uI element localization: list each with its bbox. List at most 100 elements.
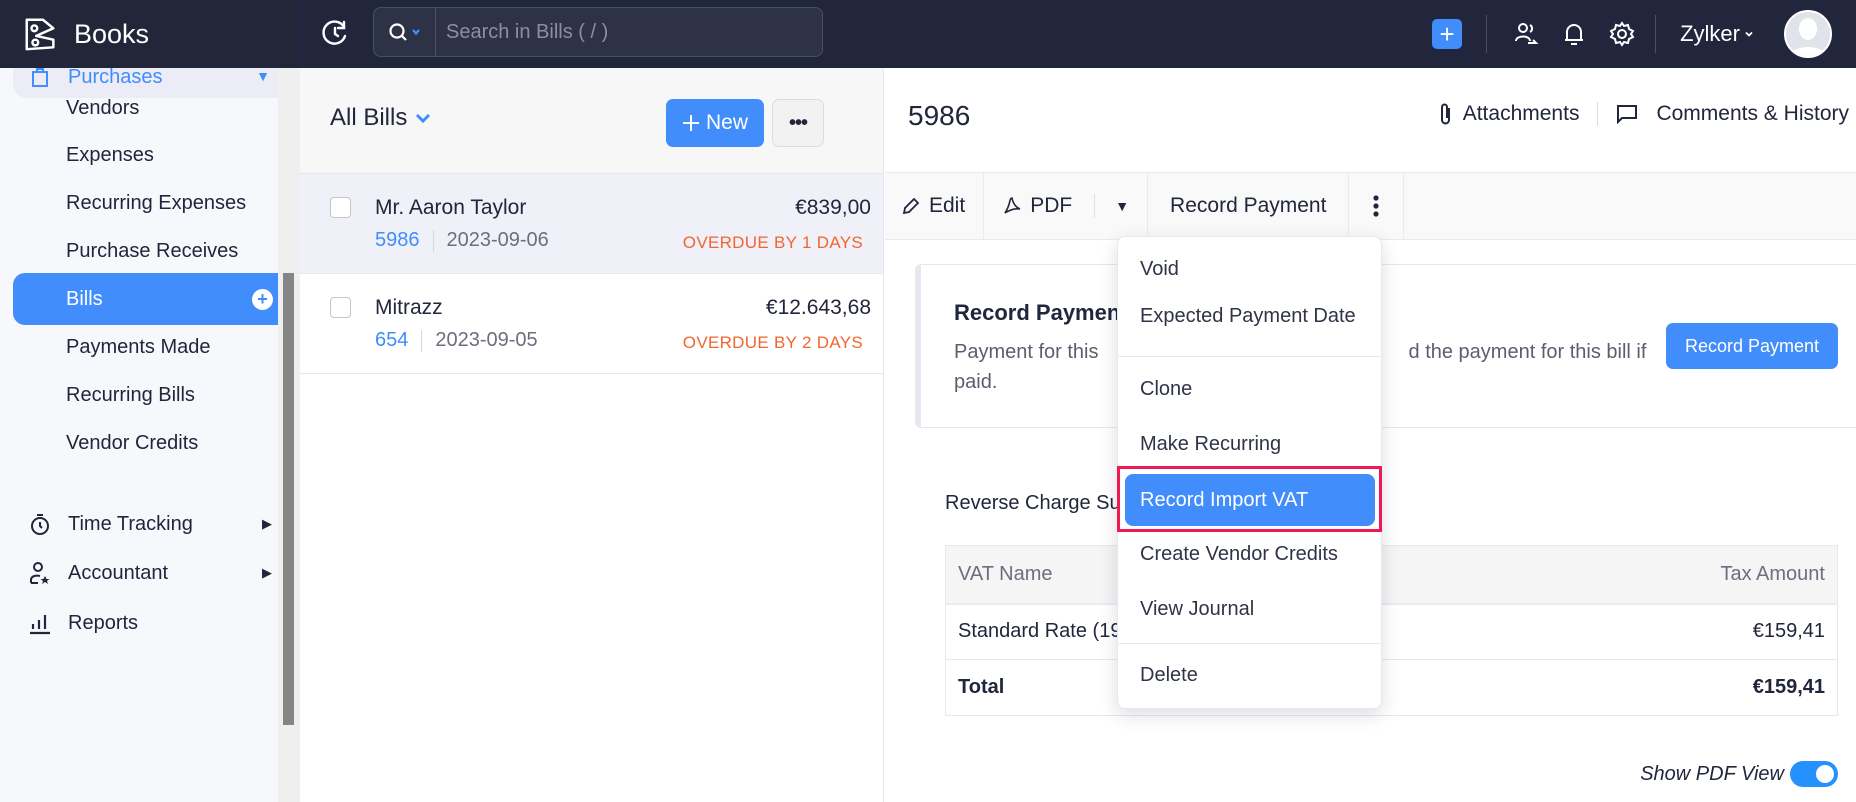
top-bar: Books + Zylker <box>0 0 1856 68</box>
menu-item-delete[interactable]: Delete <box>1118 651 1381 699</box>
sidebar-item-label: Payments Made <box>66 335 211 358</box>
record-payment-toolbar-button[interactable]: Record Payment <box>1148 173 1350 239</box>
recent-history-icon[interactable] <box>320 18 350 48</box>
pencil-icon <box>902 197 920 215</box>
comments-history-link[interactable]: Comments & History <box>1616 102 1849 126</box>
sidebar-item-recurring-expenses[interactable]: Recurring Expenses <box>13 177 278 229</box>
top-right-controls: + Zylker <box>1432 0 1856 68</box>
sidebar: Purchases ▼ Vendors Expenses Recurring E… <box>0 66 278 802</box>
sidebar-item-vendors[interactable]: Vendors <box>13 82 278 134</box>
notifications-button[interactable] <box>1559 19 1589 49</box>
sidebar-item-label: Bills <box>66 287 103 310</box>
attachments-link[interactable]: Attachments <box>1439 102 1579 126</box>
bill-number: 5986 <box>375 229 420 251</box>
menu-item-record-import-vat[interactable]: Record Import VAT <box>1125 474 1375 526</box>
plus-icon <box>682 115 699 131</box>
table-row: Standard Rate (19 €159,41 <box>945 603 1839 660</box>
bill-vendor-name: Mitrazz <box>375 296 443 319</box>
more-options-button[interactable]: ••• <box>772 99 824 147</box>
list-header: All Bills New ••• <box>300 68 883 174</box>
add-bill-icon[interactable]: + <box>252 288 273 310</box>
app-name: Books <box>74 18 150 49</box>
total-amount: €159,41 <box>1474 659 1839 716</box>
menu-divider <box>1118 356 1381 357</box>
chevron-down-icon <box>1745 31 1753 37</box>
sidebar-item-time-tracking[interactable]: Time Tracking ▶ <box>28 498 278 550</box>
sidebar-item-label: Vendors <box>66 96 140 119</box>
menu-item-view-journal[interactable]: View Journal <box>1118 585 1381 633</box>
menu-item-create-vendor-credits[interactable]: Create Vendor Credits <box>1118 530 1381 578</box>
new-bill-button[interactable]: New <box>666 99 764 147</box>
stopwatch-icon <box>31 514 49 535</box>
bill-list-item[interactable]: Mitrazz 654 2023-09-05 €12.643,68 OVERDU… <box>300 274 883 374</box>
sidebar-scrollbar-thumb[interactable] <box>283 273 294 725</box>
sidebar-item-bills[interactable]: Bills + <box>13 273 278 325</box>
comment-icon <box>1617 105 1638 124</box>
bill-status: OVERDUE BY 1 DAYS <box>682 233 863 252</box>
show-pdf-view-label: Show PDF View <box>1640 762 1784 785</box>
bill-status: OVERDUE BY 2 DAYS <box>682 333 863 352</box>
users-switch-icon <box>1515 23 1539 44</box>
bills-view-selector[interactable]: All Bills <box>330 104 431 132</box>
settings-button[interactable] <box>1607 19 1637 49</box>
sidebar-item-label: Reports <box>68 611 139 634</box>
bill-checkbox[interactable] <box>330 297 351 318</box>
sidebar-item-payments-made[interactable]: Payments Made <box>13 321 278 373</box>
search-input[interactable] <box>436 20 816 44</box>
sidebar-item-label: Vendor Credits <box>66 431 199 454</box>
sidebar-item-expenses[interactable]: Expenses <box>13 129 278 181</box>
column-header-tax-amount: Tax Amount <box>1474 545 1839 605</box>
show-pdf-view-control: Show PDF View <box>1640 761 1838 787</box>
organization-switcher[interactable]: Zylker <box>1680 21 1754 47</box>
sidebar-item-recurring-bills[interactable]: Recurring Bills <box>13 369 278 421</box>
caret-right-icon: ▶ <box>262 516 272 531</box>
chevron-down-icon <box>412 29 420 36</box>
brand[interactable]: Books <box>0 0 298 68</box>
pdf-print-button[interactable]: PDF ▼ <box>984 173 1149 239</box>
menu-item-clone[interactable]: Clone <box>1118 365 1381 413</box>
caret-right-icon: ▶ <box>262 565 272 580</box>
accountant-icon <box>30 562 50 584</box>
desc-left: Payment for this <box>954 341 1099 363</box>
menu-item-void[interactable]: Void <box>1118 245 1381 293</box>
sidebar-item-label: Expenses <box>66 143 154 166</box>
quick-create-button[interactable]: + <box>1432 18 1463 49</box>
bill-checkbox[interactable] <box>330 197 351 218</box>
edit-button[interactable]: Edit <box>885 173 985 239</box>
chevron-down-icon <box>416 113 431 124</box>
detail-header-links: Attachments Comments & History <box>1439 102 1849 126</box>
bills-list-pane: All Bills New ••• Mr. Aaron Taylor 5986 … <box>300 68 884 802</box>
sidebar-item-accountant[interactable]: Accountant ▶ <box>28 547 278 599</box>
comments-label: Comments & History <box>1656 102 1849 125</box>
search-filter-button[interactable] <box>374 8 436 56</box>
reverse-charge-summary-label: Reverse Charge Su <box>945 492 1121 514</box>
more-actions-menu: Void Expected Payment Date Clone Make Re… <box>1117 236 1382 709</box>
user-avatar[interactable] <box>1784 10 1832 58</box>
caret-down-icon[interactable]: ▼ <box>1115 198 1129 214</box>
more-actions-button[interactable] <box>1349 173 1405 239</box>
plus-icon: + <box>1439 18 1455 49</box>
sidebar-item-purchase-receives[interactable]: Purchase Receives <box>13 225 278 277</box>
bill-vendor-name: Mr. Aaron Taylor <box>375 196 527 219</box>
bill-date: 2023-09-06 <box>446 229 549 251</box>
menu-item-make-recurring[interactable]: Make Recurring <box>1118 420 1381 468</box>
sidebar-item-label: Accountant <box>68 561 169 584</box>
toggle-knob <box>1816 765 1834 783</box>
sidebar-item-reports[interactable]: Reports <box>28 597 278 649</box>
vat-summary-table: VAT Name Tax Amount Standard Rate (19 €1… <box>945 545 1839 716</box>
sidebar-item-vendor-credits[interactable]: Vendor Credits <box>13 417 278 469</box>
ellipsis-icon: ••• <box>788 111 808 134</box>
sidebar-item-label: Time Tracking <box>68 512 193 535</box>
list-title: All Bills <box>330 104 408 131</box>
bill-list-item[interactable]: Mr. Aaron Taylor 5986 2023-09-06 €839,00… <box>300 174 883 274</box>
gear-icon <box>1609 21 1635 47</box>
bill-toolbar: Edit PDF ▼ Record Payment <box>885 172 1856 240</box>
divider <box>1094 194 1096 218</box>
search-bar <box>373 7 823 57</box>
refer-users-button[interactable] <box>1511 19 1541 49</box>
books-logo-icon <box>25 18 55 51</box>
menu-item-expected-payment-date[interactable]: Expected Payment Date <box>1118 292 1381 340</box>
show-pdf-view-toggle[interactable] <box>1790 761 1838 787</box>
record-payment-button[interactable]: Record Payment <box>1666 323 1838 369</box>
desc-line2: paid. <box>954 371 998 393</box>
